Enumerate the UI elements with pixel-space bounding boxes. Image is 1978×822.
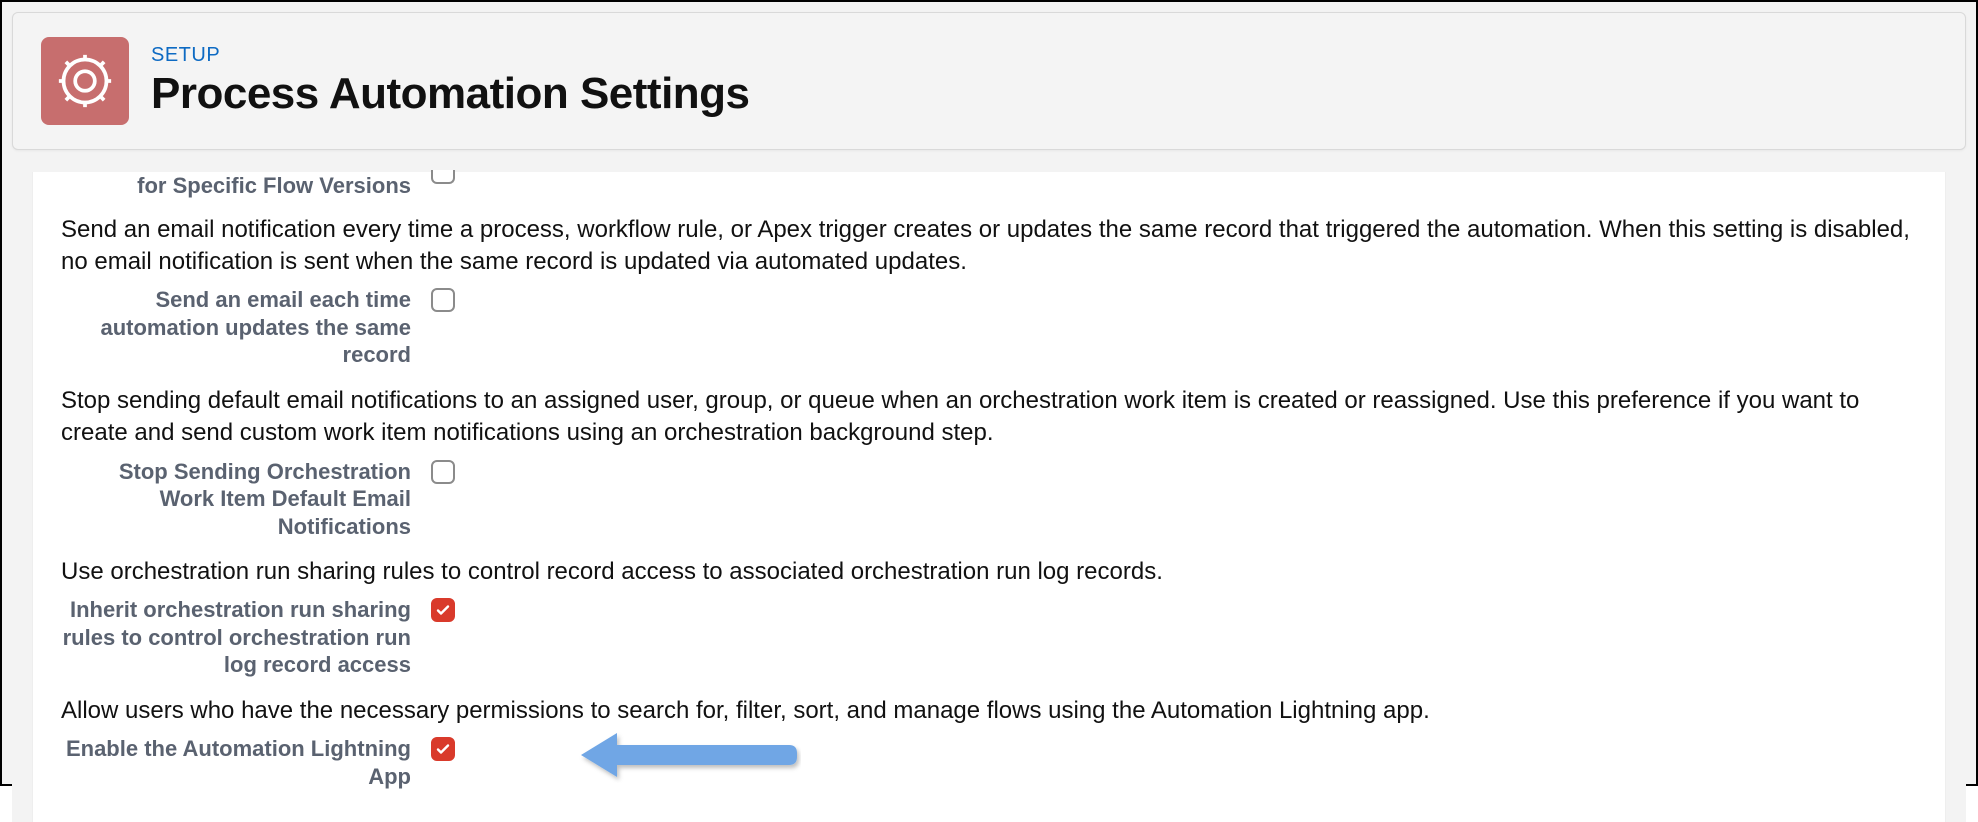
setting-description: Stop sending default email notifications…	[61, 381, 1917, 456]
header-eyebrow: SETUP	[151, 44, 750, 67]
setting-label: for Specific Flow Versions	[61, 172, 411, 200]
page-header: SETUP Process Automation Settings	[12, 12, 1966, 150]
setting-label: Enable the Automation Lightning App	[61, 735, 411, 790]
setting-description: Allow users who have the necessary permi…	[61, 691, 1917, 733]
checkbox-partial[interactable]	[431, 170, 455, 184]
checkbox-enable-automation-app[interactable]	[431, 737, 455, 761]
setting-description: Send an email notification every time a …	[61, 210, 1917, 285]
gear-icon	[41, 37, 129, 125]
setting-row-partial: for Specific Flow Versions	[61, 172, 1917, 204]
checkbox-stop-orchestration-email[interactable]	[431, 460, 455, 484]
checkbox-inherit-sharing-rules[interactable]	[431, 598, 455, 622]
setting-description: Use orchestration run sharing rules to c…	[61, 552, 1917, 594]
checkbox-email-each-time[interactable]	[431, 288, 455, 312]
page-title: Process Automation Settings	[151, 69, 750, 119]
setting-label: Stop Sending Orchestration Work Item Def…	[61, 458, 411, 541]
setting-label: Send an email each time automation updat…	[61, 286, 411, 369]
settings-panel: for Specific Flow Versions Send an email…	[32, 172, 1946, 822]
setting-label: Inherit orchestration run sharing rules …	[61, 596, 411, 679]
arrow-annotation-icon	[571, 727, 801, 788]
